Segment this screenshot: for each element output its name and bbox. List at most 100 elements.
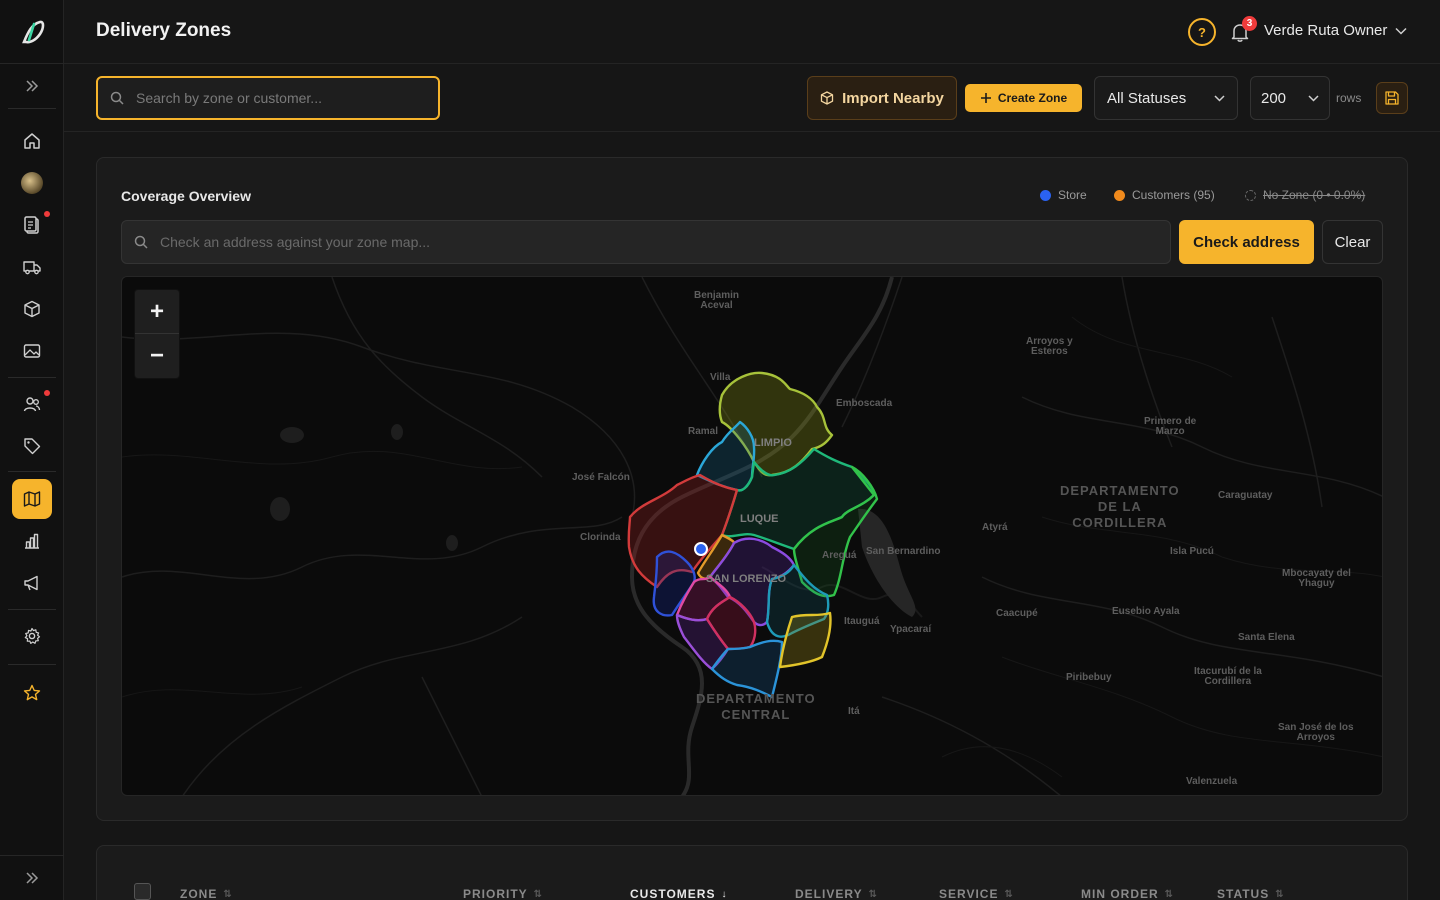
plus-icon bbox=[980, 93, 991, 103]
place-label: Primero de Marzo bbox=[1144, 416, 1197, 437]
sidebar-item-products[interactable] bbox=[12, 289, 52, 329]
top-header: Delivery Zones ? 3 Verde Ruta Owner bbox=[64, 0, 1440, 64]
app-logo[interactable] bbox=[18, 18, 46, 46]
create-zone-button[interactable]: Create Zone bbox=[965, 84, 1082, 112]
legend-no-zone[interactable]: No Zone (0 • 0.0%) bbox=[1245, 188, 1365, 202]
store-marker[interactable] bbox=[694, 542, 708, 556]
box-icon bbox=[24, 300, 40, 318]
store-legend-dot bbox=[1040, 189, 1051, 201]
notification-count-badge: 3 bbox=[1242, 16, 1257, 31]
sort-icon: ⇅ bbox=[1004, 888, 1014, 900]
address-check-field[interactable] bbox=[121, 220, 1171, 264]
place-label: Mbocayaty del Yhaguy bbox=[1282, 568, 1351, 589]
zone-label: SAN LORENZO bbox=[706, 573, 787, 585]
sidebar bbox=[0, 0, 64, 900]
rows-label: rows bbox=[1336, 91, 1362, 105]
user-menu[interactable]: Verde Ruta Owner bbox=[1264, 22, 1407, 39]
image-icon bbox=[23, 344, 41, 358]
sidebar-item-orders[interactable] bbox=[12, 205, 52, 245]
column-header-customers[interactable]: CUSTOMERS ↓ bbox=[630, 887, 727, 900]
chevron-down-icon bbox=[1395, 27, 1407, 35]
bar-chart-icon bbox=[25, 533, 39, 549]
place-label: San José de los Arroyos bbox=[1278, 722, 1354, 743]
zoom-in-button[interactable]: + bbox=[135, 290, 179, 334]
column-header-delivery[interactable]: DELIVERY ⇅ bbox=[795, 887, 878, 900]
sidebar-item-customers[interactable] bbox=[12, 384, 52, 424]
sidebar-item-delivery-zones[interactable] bbox=[12, 479, 52, 519]
column-header-zone[interactable]: ZONE ⇅ bbox=[180, 887, 233, 900]
region-label: DEPARTAMENTO CENTRAL bbox=[696, 691, 816, 722]
place-label: Areguá bbox=[822, 550, 857, 561]
select-all-checkbox[interactable] bbox=[134, 883, 151, 900]
sidebar-item-home[interactable] bbox=[12, 121, 52, 161]
status-filter-select[interactable]: All Statuses bbox=[1094, 76, 1238, 120]
sidebar-item-media[interactable] bbox=[12, 331, 52, 371]
sidebar-item-favorites[interactable] bbox=[12, 673, 52, 713]
zones-table: ZONE ⇅ PRIORITY ⇅ CUSTOMERS ↓ DELIVERY ⇅ SER… bbox=[96, 845, 1408, 900]
column-header-priority[interactable]: PRIORITY ⇅ bbox=[463, 887, 543, 900]
customers-legend-dot bbox=[1114, 189, 1125, 201]
column-header-status[interactable]: STATUS ⇅ bbox=[1217, 887, 1285, 900]
sort-icon: ⇅ bbox=[223, 888, 233, 900]
user-name: Verde Ruta Owner bbox=[1264, 22, 1388, 39]
customers-alert-dot bbox=[44, 390, 50, 396]
import-nearby-label: Import Nearby bbox=[842, 89, 944, 107]
sort-icon: ⇅ bbox=[533, 888, 544, 900]
import-nearby-button[interactable]: Import Nearby bbox=[807, 76, 957, 120]
sidebar-item-promotions[interactable] bbox=[12, 426, 52, 466]
place-label: Valenzuela bbox=[1186, 776, 1238, 787]
store-legend-label: Store bbox=[1058, 188, 1087, 202]
check-address-button[interactable]: Check address bbox=[1179, 220, 1314, 264]
help-icon[interactable]: ? bbox=[1188, 18, 1216, 46]
box-icon bbox=[820, 91, 834, 105]
save-button[interactable] bbox=[1376, 82, 1408, 114]
place-label: Benjamin Aceval bbox=[694, 290, 740, 311]
chevron-down-icon bbox=[1308, 94, 1319, 102]
home-icon bbox=[24, 133, 40, 149]
users-icon bbox=[23, 397, 41, 412]
sidebar-item-marketing[interactable] bbox=[12, 563, 52, 603]
place-label: Villa bbox=[710, 372, 731, 383]
place-label: Piribebuy bbox=[1066, 672, 1112, 683]
coverage-map[interactable]: Benjamin Aceval Arroyos y Esteros Villa Em… bbox=[121, 276, 1383, 796]
no-zone-legend-dot bbox=[1245, 189, 1256, 201]
sort-desc-icon: ↓ bbox=[721, 888, 728, 900]
rows-per-page-value: 200 bbox=[1261, 89, 1287, 107]
store-avatar bbox=[21, 172, 43, 194]
column-header-service[interactable]: SERVICE ⇅ bbox=[939, 887, 1014, 900]
rows-per-page-select[interactable]: 200 bbox=[1250, 76, 1330, 120]
create-zone-label: Create Zone bbox=[997, 91, 1068, 105]
address-check-input[interactable] bbox=[160, 234, 1120, 250]
sidebar-item-store[interactable] bbox=[12, 163, 52, 203]
search-icon bbox=[134, 235, 148, 249]
legend-store: Store bbox=[1040, 188, 1087, 202]
place-label: José Falcón bbox=[572, 472, 630, 483]
zone-label: LUQUE bbox=[740, 513, 779, 525]
sidebar-item-analytics[interactable] bbox=[12, 521, 52, 561]
customers-legend-label: Customers (95) bbox=[1132, 188, 1215, 202]
place-label: Itauguá bbox=[844, 616, 880, 627]
sort-icon: ⇅ bbox=[868, 888, 878, 900]
column-header-min-order[interactable]: MIN ORDER ⇅ bbox=[1081, 887, 1174, 900]
sort-icon: ⇅ bbox=[1275, 888, 1285, 900]
save-icon bbox=[1385, 91, 1399, 105]
sidebar-collapse-icon[interactable] bbox=[20, 76, 44, 96]
place-label: Arroyos y Esteros bbox=[1026, 336, 1073, 357]
place-label: Eusebio Ayala bbox=[1112, 606, 1180, 617]
place-label: Emboscada bbox=[836, 398, 893, 409]
place-label: Itá bbox=[848, 706, 860, 717]
coverage-title: Coverage Overview bbox=[121, 188, 251, 204]
place-label: Santa Elena bbox=[1238, 632, 1295, 643]
zone-search-input[interactable] bbox=[136, 90, 416, 106]
sidebar-item-settings[interactable] bbox=[12, 616, 52, 656]
toolbar: Import Nearby Create Zone All Statuses 2… bbox=[64, 64, 1440, 132]
sort-icon: ⇅ bbox=[1164, 888, 1175, 900]
clear-button[interactable]: Clear bbox=[1322, 220, 1383, 264]
zoom-out-button[interactable]: − bbox=[135, 334, 179, 378]
zone-search[interactable] bbox=[96, 76, 440, 120]
place-label: Clorinda bbox=[580, 532, 621, 543]
clipboard-icon bbox=[24, 216, 39, 234]
place-label: Itacurubí de la Cordillera bbox=[1194, 666, 1262, 687]
sidebar-expand-icon[interactable] bbox=[20, 868, 44, 888]
sidebar-item-delivery[interactable] bbox=[12, 247, 52, 287]
